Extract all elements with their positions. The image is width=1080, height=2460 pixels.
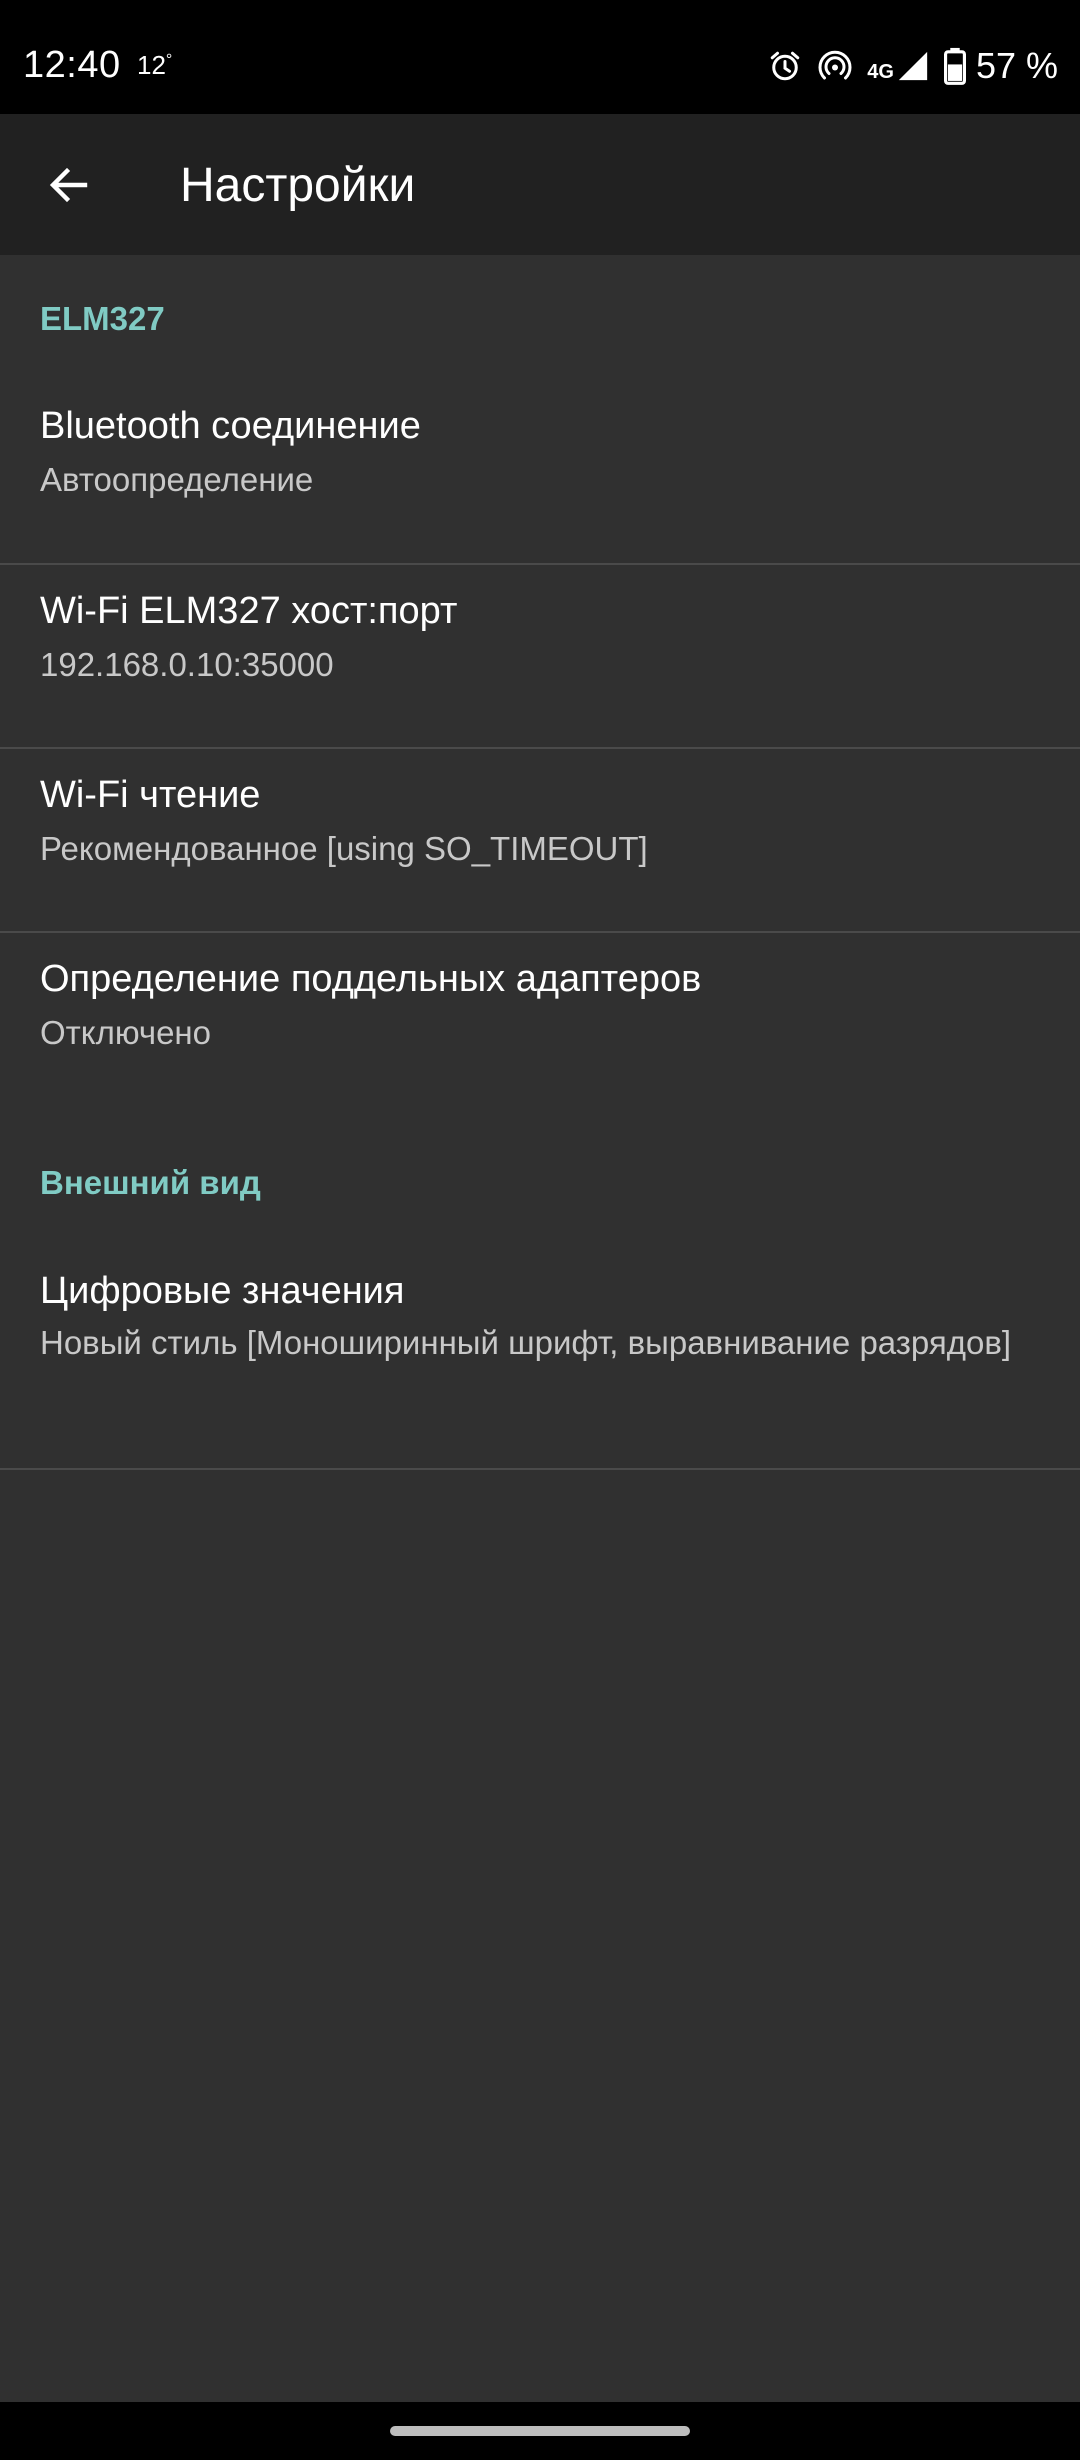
network-type: 4G xyxy=(867,60,894,83)
temperature-value: 12 xyxy=(137,50,166,80)
pref-wifi-read[interactable]: Wi-Fi чтение Рекомендованное [using SO_T… xyxy=(0,774,1080,924)
pref-summary: Рекомендованное [using SO_TIMEOUT] xyxy=(40,830,648,867)
divider xyxy=(0,563,1080,565)
pref-summary: Новый стиль [Моноширинный шрифт, выравни… xyxy=(40,1324,1012,1361)
battery-percent: 57 % xyxy=(975,45,1058,86)
hotspot-icon xyxy=(818,50,852,80)
pref-title: Wi-Fi ELM327 хост:порт xyxy=(40,590,458,632)
pref-digital-values[interactable]: Цифровые значения Новый стиль [Моноширин… xyxy=(0,1270,1080,1420)
pref-bluetooth-connection[interactable]: Bluetooth соединение Автоопределение xyxy=(0,405,1080,555)
divider xyxy=(0,931,1080,933)
pref-title: Цифровые значения xyxy=(40,1270,405,1312)
status-bar: 12:40 12° 4G 57 % xyxy=(0,0,1080,114)
divider xyxy=(0,747,1080,749)
category-header-elm327: ELM327 xyxy=(40,300,165,337)
arrow-back-icon xyxy=(49,167,88,203)
status-time: 12:40 xyxy=(23,44,121,86)
pref-summary: Отключено xyxy=(40,1014,211,1051)
pref-fake-adapter-detection[interactable]: Определение поддельных адаптеров Отключе… xyxy=(0,958,1080,1108)
pref-wifi-host-port[interactable]: Wi-Fi ELM327 хост:порт 192.168.0.10:3500… xyxy=(0,590,1080,740)
alarm-icon xyxy=(771,51,800,81)
pref-title: Bluetooth соединение xyxy=(40,405,421,447)
settings-screen: 12:40 12° 4G 57 % Настройки ELM327 Bluet… xyxy=(0,0,1080,2460)
category-header-appearance: Внешний вид xyxy=(40,1164,261,1201)
divider xyxy=(0,1468,1080,1470)
battery-icon xyxy=(943,47,966,85)
home-gesture-handle[interactable] xyxy=(390,2426,690,2436)
page-title: Настройки xyxy=(180,159,416,212)
pref-summary: Автоопределение xyxy=(40,461,314,498)
signal-icon xyxy=(898,51,928,81)
pref-title: Wi-Fi чтение xyxy=(40,774,261,816)
status-icons: 4G 57 % xyxy=(767,44,1058,88)
app-bar: Настройки xyxy=(0,114,1080,255)
pref-summary: 192.168.0.10:35000 xyxy=(40,646,334,683)
navigation-bar xyxy=(0,2402,1080,2460)
back-button[interactable] xyxy=(30,146,108,224)
temperature-unit: ° xyxy=(165,51,173,69)
pref-title: Определение поддельных адаптеров xyxy=(40,958,702,1000)
status-temperature: 12° xyxy=(137,50,172,81)
